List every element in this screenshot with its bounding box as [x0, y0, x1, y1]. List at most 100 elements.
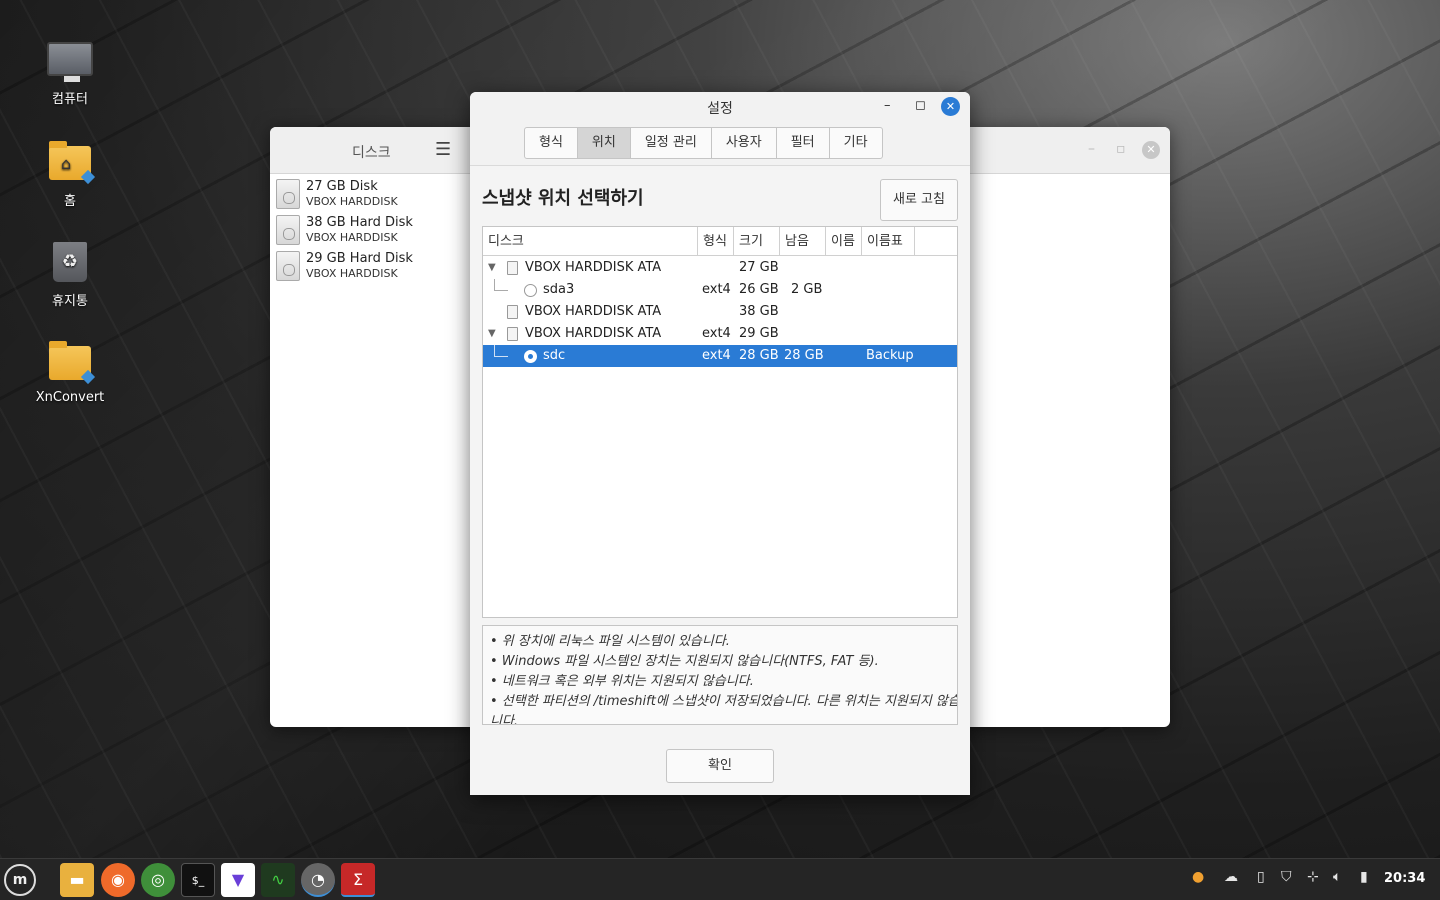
maximize-icon[interactable]: ◻ — [915, 98, 926, 113]
note-line: • Windows 파일 시스템인 장치는 지원되지 않습니다(NTFS, FA… — [490, 654, 879, 669]
note-line: 니다. — [490, 714, 519, 725]
firefox-icon[interactable]: ◉ — [101, 863, 135, 897]
cloud-icon[interactable]: ☁ — [1224, 869, 1238, 885]
row-size: 38 GB — [739, 304, 779, 319]
disk-name: 38 GB Hard Disk — [306, 215, 413, 230]
table-row[interactable]: ▼ VBOX HARDDISK ATA ext4 29 GB — [483, 323, 957, 345]
settings-dialog[interactable]: 설정 – ◻ ✕ 형식 위치 일정 관리 사용자 필터 기타 스냅샷 위치 선택… — [470, 92, 970, 795]
table-row-selected[interactable]: sdc ext4 28 GB 28 GB Backup — [483, 345, 957, 367]
column-size[interactable]: 크기 — [734, 227, 780, 256]
column-disk[interactable]: 디스크 — [483, 227, 698, 256]
timeshift-icon[interactable]: Σ — [341, 863, 375, 897]
trash-icon: ♻ — [53, 242, 87, 282]
network-icon[interactable]: ⊹ — [1307, 869, 1319, 885]
device-tree[interactable]: 디스크 형식 크기 남음 이름 이름표 ▼ VBOX HARDDISK ATA … — [482, 226, 958, 618]
clock[interactable]: 20:34 — [1384, 871, 1425, 886]
minimize-icon[interactable]: – — [1088, 141, 1095, 157]
row-size: 26 GB — [739, 282, 779, 297]
row-size: 28 GB — [739, 348, 779, 363]
disk-model: VBOX HARDDISK — [306, 195, 398, 208]
tab-format[interactable]: 형식 — [525, 128, 578, 158]
row-device: sda3 — [543, 282, 575, 297]
expander-down-icon[interactable]: ▼ — [488, 257, 496, 279]
hard-disk-icon — [507, 305, 518, 319]
tree-connector — [494, 279, 508, 291]
hard-disk-icon — [276, 179, 300, 209]
disk-model: VBOX HARDDISK — [306, 267, 398, 280]
row-type: ext4 — [702, 326, 731, 341]
desktop-icon-label: 홈 — [64, 194, 76, 209]
folder-icon — [49, 341, 96, 385]
hard-disk-icon — [276, 215, 300, 245]
dialog-titlebar[interactable]: 설정 – ◻ ✕ 형식 위치 일정 관리 사용자 필터 기타 — [470, 92, 970, 166]
update-icon[interactable]: ● — [1192, 869, 1204, 885]
table-row[interactable]: VBOX HARDDISK ATA 38 GB — [483, 301, 957, 323]
disk-model: VBOX HARDDISK — [306, 231, 398, 244]
column-type[interactable]: 형식 — [698, 227, 734, 256]
radio-button-selected[interactable] — [524, 350, 537, 363]
tab-bar: 형식 위치 일정 관리 사용자 필터 기타 — [524, 127, 883, 159]
row-type: ext4 — [702, 348, 731, 363]
files-icon[interactable]: ▬ — [60, 863, 94, 897]
desktop-icon-label: 휴지통 — [52, 294, 88, 309]
row-free: 2 GB — [791, 282, 823, 297]
table-row[interactable]: sda3 ext4 26 GB 2 GB — [483, 279, 957, 301]
chrome-icon[interactable]: ◎ — [141, 863, 175, 897]
ok-button[interactable]: 확인 — [666, 749, 774, 783]
clipboard-icon[interactable]: ▯ — [1257, 869, 1265, 885]
disk-list-item[interactable]: 27 GB Disk VBOX HARDDISK — [276, 177, 466, 209]
tree-connector — [494, 345, 508, 357]
close-icon[interactable]: ✕ — [1142, 141, 1160, 159]
column-label[interactable]: 이름표 — [862, 227, 915, 256]
row-free: 28 GB — [784, 348, 824, 363]
note-line: • 네트워크 혹은 외부 위치는 지원되지 않습니다. — [490, 674, 754, 689]
row-type: ext4 — [702, 282, 731, 297]
maximize-icon[interactable]: ▫ — [1116, 141, 1126, 157]
menu-icon[interactable]: ☰ — [435, 141, 453, 159]
computer-icon — [47, 42, 93, 82]
disk-list-item[interactable]: 38 GB Hard Disk VBOX HARDDISK — [276, 213, 466, 245]
disk-list-item[interactable]: 29 GB Hard Disk VBOX HARDDISK — [276, 249, 466, 281]
tab-users[interactable]: 사용자 — [712, 128, 777, 158]
hard-disk-icon — [507, 327, 518, 341]
row-device: VBOX HARDDISK ATA — [525, 326, 662, 341]
shield-icon[interactable]: ⛉ — [1281, 869, 1292, 885]
column-free[interactable]: 남음 — [780, 227, 826, 256]
tab-filters[interactable]: 필터 — [777, 128, 830, 158]
close-icon[interactable]: ✕ — [941, 97, 960, 116]
expander-down-icon[interactable]: ▼ — [488, 323, 496, 345]
vpn-icon[interactable]: ▼ — [221, 863, 255, 897]
row-size: 27 GB — [739, 260, 779, 275]
battery-icon[interactable]: ▮ — [1360, 869, 1368, 885]
refresh-button[interactable]: 새로 고침 — [880, 179, 958, 221]
tree-header: 디스크 형식 크기 남음 이름 이름표 — [483, 227, 957, 256]
table-row[interactable]: ▼ VBOX HARDDISK ATA 27 GB — [483, 257, 957, 279]
desktop-icon-label: 컴퓨터 — [52, 92, 88, 107]
tab-schedule[interactable]: 일정 관리 — [631, 128, 712, 158]
tab-location[interactable]: 위치 — [577, 128, 631, 158]
terminal-icon[interactable]: $_ — [181, 863, 215, 897]
disks-icon[interactable]: ◔ — [301, 863, 335, 897]
desktop-xnconvert[interactable]: XnConvert — [20, 341, 120, 405]
desktop-computer[interactable]: 컴퓨터 — [20, 42, 120, 107]
disk-name: 29 GB Hard Disk — [306, 251, 413, 266]
info-notes: • 위 장치에 리눅스 파일 시스템이 있습니다. • Windows 파일 시… — [482, 625, 958, 725]
desktop-home[interactable]: ⌂ 홈 — [20, 141, 120, 209]
column-name[interactable]: 이름 — [826, 227, 862, 256]
desktop-trash[interactable]: ♻ 휴지통 — [20, 242, 120, 309]
row-device: sdc — [543, 348, 566, 363]
system-monitor-icon[interactable]: ∿ — [261, 863, 295, 897]
row-size: 29 GB — [739, 326, 779, 341]
note-line: • 선택한 파티션의 /timeshift에 스냅샷이 저장되었습니다. 다른 … — [490, 694, 958, 709]
hard-disk-icon — [276, 251, 300, 281]
tab-misc[interactable]: 기타 — [830, 128, 882, 158]
row-label: Backup — [866, 348, 914, 363]
mint-menu-icon[interactable]: m — [4, 864, 36, 896]
radio-button[interactable] — [524, 284, 537, 297]
disks-title: 디스크 — [352, 145, 391, 161]
taskbar: m ▬ ◉ ◎ $_ ▼ ∿ ◔ Σ ● ☁ ▯ ⛉ ⊹ 🔈︎ ▮ 20:34 — [0, 858, 1440, 900]
hard-disk-icon — [507, 261, 518, 275]
disk-name: 27 GB Disk — [306, 179, 378, 194]
volume-icon[interactable]: 🔈︎ — [1333, 869, 1341, 885]
minimize-icon[interactable]: – — [884, 98, 891, 113]
